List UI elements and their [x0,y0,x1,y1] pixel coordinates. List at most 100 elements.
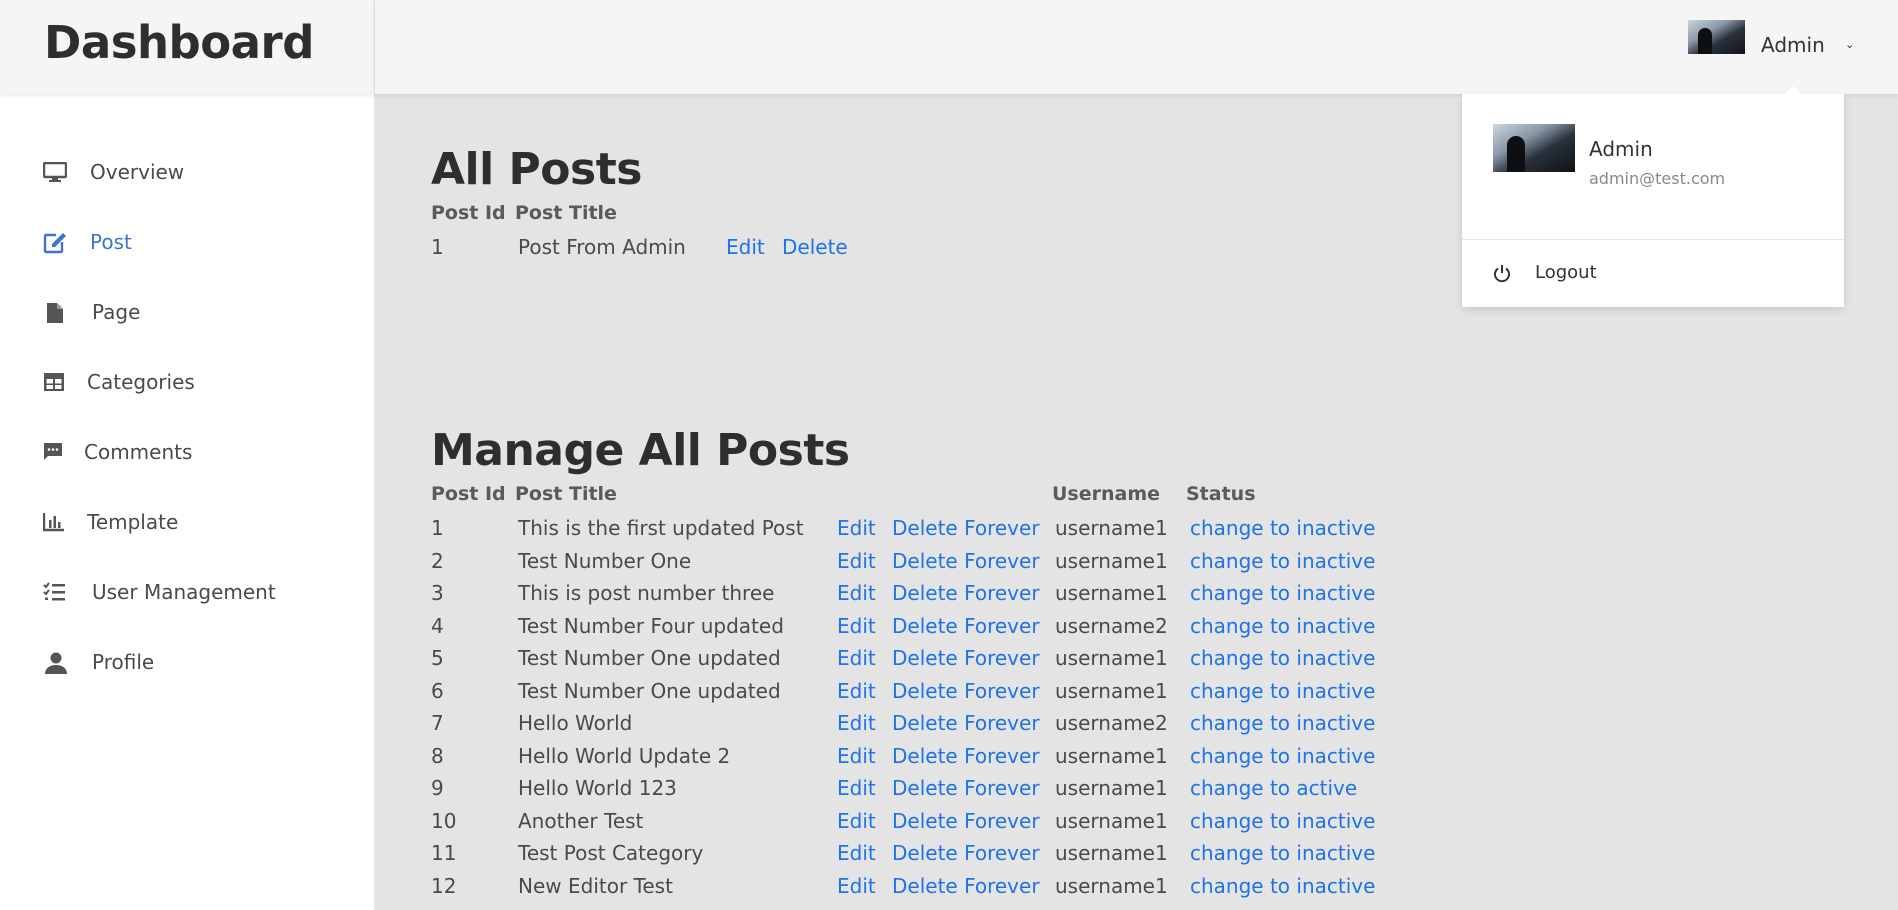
delete-forever-link[interactable]: Delete Forever [892,874,1040,898]
column-header-status: Status [1186,483,1256,505]
edit-link[interactable]: Edit [837,516,876,540]
post-title: New Editor Test [518,873,673,898]
power-icon [1492,264,1512,288]
edit-link[interactable]: Edit [837,809,876,833]
username: username1 [1055,646,1168,670]
sidebar-item-post[interactable]: Post [0,222,374,262]
dropdown-user-name: Admin [1589,137,1653,161]
sidebar-item-label: Profile [92,650,155,674]
username: username1 [1055,743,1168,768]
edit-link[interactable]: Edit [837,581,876,605]
post-id: 8 [431,743,444,768]
delete-forever-link[interactable]: Delete Forever [892,614,1040,638]
post-id: 12 [431,873,457,898]
delete-forever-link[interactable]: Delete Forever [892,744,1040,768]
file-icon [46,302,70,323]
sidebar-header: Dashboard [0,0,374,94]
username: username1 [1055,776,1168,800]
edit-link[interactable]: Edit [837,874,876,898]
delete-forever-link[interactable]: Delete Forever [892,581,1040,605]
logout-button[interactable]: Logout [1462,240,1844,307]
sidebar-item-label: User Management [92,580,276,604]
sidebar-item-label: Template [87,510,179,534]
column-header-post-id: Post Id [431,202,506,224]
post-title: Hello World [518,711,633,735]
avatar [1493,124,1575,172]
comment-icon [43,442,67,462]
delete-forever-link[interactable]: Delete Forever [892,809,1040,833]
sidebar-item-template[interactable]: Template [0,502,374,542]
table-icon [43,372,67,392]
delete-forever-link[interactable]: Delete Forever [892,711,1040,735]
status-toggle-link[interactable]: change to inactive [1190,581,1375,605]
edit-link[interactable]: Edit [837,646,876,670]
status-toggle-link[interactable]: change to inactive [1190,744,1375,768]
edit-link[interactable]: Edit [837,776,876,800]
post-title: Hello World Update 2 [518,743,731,768]
edit-link[interactable]: Edit [837,744,876,768]
logout-label: Logout [1535,262,1597,283]
username: username1 [1055,841,1168,865]
sidebar-item-user-management[interactable]: User Management [0,572,374,612]
sidebar-item-label: Page [92,300,141,324]
post-title: Hello World 123 [518,776,677,800]
sidebar-item-comments[interactable]: Comments [0,432,374,472]
sidebar-item-label: Categories [87,370,195,394]
status-toggle-link[interactable]: change to inactive [1190,809,1375,833]
user-menu-toggle[interactable]: Admin ⌄ [1688,18,1854,62]
post-id: 7 [431,711,444,735]
avatar [1688,20,1745,54]
status-toggle-link[interactable]: change to inactive [1190,516,1375,540]
sidebar-item-overview[interactable]: Overview [0,152,374,192]
username: username1 [1055,548,1168,573]
status-toggle-link[interactable]: change to inactive [1190,841,1375,865]
sidebar-item-categories[interactable]: Categories [0,362,374,402]
status-toggle-link[interactable]: change to inactive [1190,711,1375,735]
delete-forever-link[interactable]: Delete Forever [892,841,1040,865]
edit-link[interactable]: Edit [837,679,876,703]
user-name: Admin [1761,33,1825,57]
sidebar-item-profile[interactable]: Profile [0,642,374,682]
edit-link[interactable]: Edit [837,549,876,573]
username: username1 [1055,516,1168,540]
status-toggle-link[interactable]: change to inactive [1190,549,1375,573]
post-title: Test Number One updated [518,646,781,670]
delete-forever-link[interactable]: Delete Forever [892,646,1040,670]
status-toggle-link[interactable]: change to active [1190,776,1357,800]
edit-link[interactable]: Edit [837,614,876,638]
top-bar [374,0,1898,94]
section-title: Manage All Posts [431,425,850,476]
post-id: 2 [431,548,444,573]
post-id: 4 [431,613,444,638]
sidebar-item-page[interactable]: Page [0,292,374,332]
bar-chart-icon [43,512,67,532]
username: username1 [1055,678,1168,703]
username: username1 [1055,808,1168,833]
post-title: Test Number One [518,548,692,573]
delete-link[interactable]: Delete [782,235,848,259]
post-id: 11 [431,841,457,865]
sidebar-item-label: Post [90,230,132,254]
post-title: Post From Admin [518,235,686,259]
delete-forever-link[interactable]: Delete Forever [892,776,1040,800]
status-toggle-link[interactable]: change to inactive [1190,614,1375,638]
post-id: 1 [431,235,444,259]
status-toggle-link[interactable]: change to inactive [1190,679,1375,703]
post-title: Test Number One updated [518,678,781,703]
edit-link[interactable]: Edit [837,841,876,865]
chevron-down-icon: ⌄ [1845,38,1855,51]
delete-forever-link[interactable]: Delete Forever [892,549,1040,573]
edit-link[interactable]: Edit [837,711,876,735]
username: username1 [1055,581,1168,605]
sidebar-item-label: Comments [84,440,193,464]
brand-title: Dashboard [44,16,314,69]
delete-forever-link[interactable]: Delete Forever [892,516,1040,540]
status-toggle-link[interactable]: change to inactive [1190,874,1375,898]
list-check-icon [43,582,67,602]
delete-forever-link[interactable]: Delete Forever [892,679,1040,703]
edit-link[interactable]: Edit [726,235,765,259]
post-id: 9 [431,776,444,800]
sidebar: Overview Post Page Categories Comments T… [0,94,374,910]
post-id: 6 [431,678,444,703]
status-toggle-link[interactable]: change to inactive [1190,646,1375,670]
